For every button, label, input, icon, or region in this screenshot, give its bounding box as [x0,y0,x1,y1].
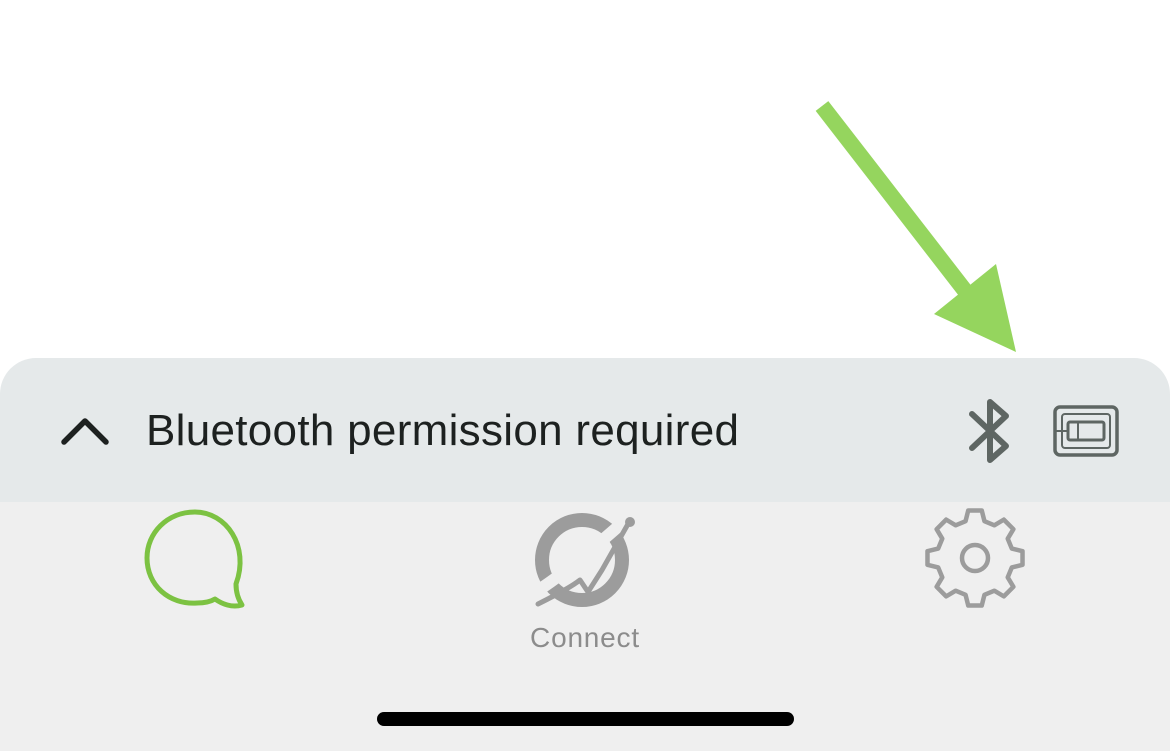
tab-chat[interactable] [140,506,250,610]
home-indicator[interactable] [377,712,794,726]
bluetooth-icon[interactable] [962,396,1018,466]
status-message: Bluetooth permission required [146,406,740,455]
content-area [0,0,1170,358]
tab-label-connect: Connect [530,622,640,653]
tab-connect[interactable]: Connect [520,508,650,668]
chat-bubble-icon [144,509,245,609]
tab-settings[interactable] [920,506,1030,610]
chevron-up-icon[interactable] [58,410,112,450]
connect-icon [526,512,635,607]
gear-icon [925,508,1025,608]
device-icon[interactable] [1052,404,1120,458]
